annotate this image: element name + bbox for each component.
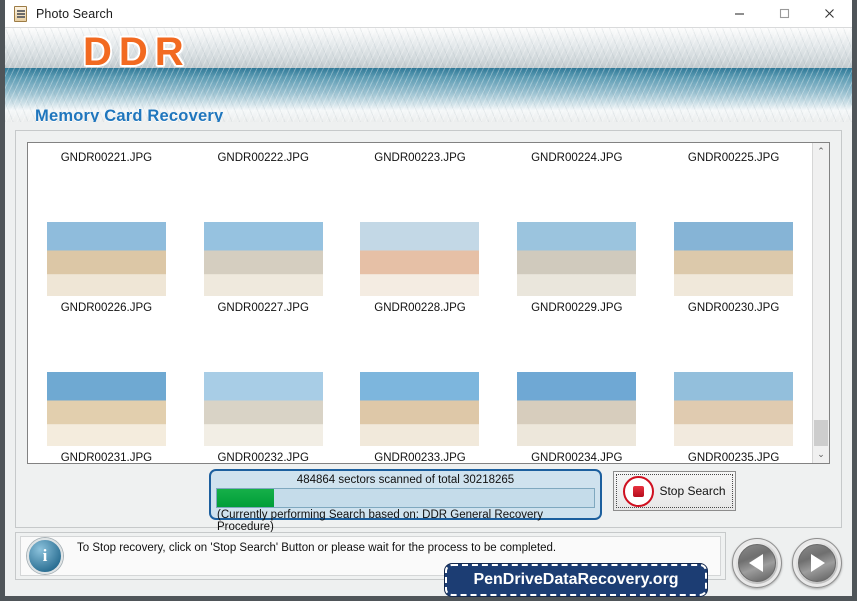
thumbnail-filename: GNDR00224.JPG — [531, 152, 623, 164]
scrollbar-track[interactable] — [813, 160, 829, 446]
thumbnail-item[interactable]: GNDR00233.JPG — [342, 315, 499, 463]
back-arrow-icon — [749, 554, 763, 572]
thumbnail-image[interactable] — [517, 372, 637, 446]
thumbnail-image[interactable] — [46, 222, 166, 296]
website-badge[interactable]: PenDriveDataRecovery.org — [445, 564, 707, 596]
thumbnail-item[interactable]: GNDR00223.JPG — [342, 146, 499, 165]
thumbnail-scroll-area: GNDR00221.JPG GNDR00222.JPG GNDR00223.JPG G… — [28, 143, 812, 463]
thumbnail-item[interactable]: GNDR00230.JPG — [655, 165, 812, 315]
app-banner: DDR Memory Card Recovery — [5, 28, 852, 122]
thumbnail-image[interactable] — [203, 222, 323, 296]
thumbnail-filename: GNDR00230.JPG — [687, 302, 780, 314]
procedure-text: (Currently performing Search based on: D… — [217, 509, 543, 533]
thumbnail-filename: GNDR00221.JPG — [60, 152, 153, 164]
scroll-up-button[interactable]: ⌃ — [813, 143, 829, 160]
next-button[interactable] — [792, 538, 842, 588]
progress-bar-fill — [217, 489, 274, 507]
sectors-scanned-text: 484864 sectors scanned of total 30218265 — [296, 474, 515, 486]
thumbnail-filename: GNDR00228.JPG — [374, 302, 466, 314]
title-bar: Photo Search — [5, 0, 852, 28]
maximize-button[interactable] — [762, 0, 807, 28]
product-name: Memory Card Recovery — [35, 107, 224, 122]
thumbnail-item[interactable]: GNDR00232.JPG — [185, 315, 342, 463]
main-panel: GNDR00221.JPG GNDR00222.JPG GNDR00223.JPG G… — [15, 130, 842, 533]
thumbnail-filename: GNDR00223.JPG — [374, 152, 466, 164]
thumbnail-image[interactable] — [674, 222, 794, 296]
thumbnail-filename: GNDR00234.JPG — [531, 452, 623, 463]
thumbnail-filename: GNDR00231.JPG — [60, 452, 153, 463]
thumbnail-filename: GNDR00229.JPG — [531, 302, 623, 314]
thumbnail-row: GNDR00231.JPG GNDR00232.JPG GNDR00233.JPG G… — [28, 315, 812, 463]
progress-bar — [216, 488, 595, 508]
app-icon — [13, 5, 29, 22]
thumbnail-row: GNDR00226.JPG GNDR00227.JPG GNDR00228.JPG G… — [28, 165, 812, 315]
thumbnail-image[interactable] — [674, 372, 794, 446]
thumbnail-image[interactable] — [360, 372, 480, 446]
back-button[interactable] — [732, 538, 782, 588]
thumbnail-item[interactable]: GNDR00231.JPG — [28, 315, 185, 463]
info-icon: i — [27, 538, 63, 574]
thumbnail-item[interactable]: GNDR00234.JPG — [498, 315, 655, 463]
stop-search-button[interactable]: Stop Search — [613, 471, 736, 511]
thumbnail-item[interactable]: GNDR00225.JPG — [655, 146, 812, 165]
window-title: Photo Search — [36, 6, 113, 21]
thumbnail-item[interactable]: GNDR00235.JPG — [655, 315, 812, 463]
progress-panel: 484864 sectors scanned of total 30218265… — [209, 469, 602, 533]
scrollbar-thumb[interactable] — [814, 420, 828, 446]
thumbnail-item[interactable]: GNDR00221.JPG — [28, 146, 185, 165]
close-button[interactable] — [807, 0, 852, 28]
thumbnail-image[interactable] — [360, 222, 480, 296]
thumbnail-row: GNDR00221.JPG GNDR00222.JPG GNDR00223.JPG G… — [28, 143, 812, 165]
thumbnail-filename: GNDR00232.JPG — [217, 452, 309, 463]
thumbnail-filename: GNDR00235.JPG — [687, 452, 780, 463]
thumbnail-item[interactable]: GNDR00228.JPG — [342, 165, 499, 315]
status-message: To Stop recovery, click on 'Stop Search'… — [77, 542, 557, 554]
navigation-buttons — [732, 538, 842, 588]
thumbnail-item[interactable]: GNDR00229.JPG — [498, 165, 655, 315]
thumbnail-image[interactable] — [46, 372, 166, 446]
photo-search-window: Photo Search DDR Memory Card Recovery GN… — [0, 0, 857, 601]
thumbnail-item[interactable]: GNDR00226.JPG — [28, 165, 185, 315]
thumbnail-filename: GNDR00233.JPG — [374, 452, 466, 463]
minimize-button[interactable] — [717, 0, 762, 28]
vertical-scrollbar[interactable]: ⌃ ⌄ — [812, 143, 829, 463]
thumbnail-image[interactable] — [517, 222, 637, 296]
thumbnail-filename: GNDR00222.JPG — [217, 152, 309, 164]
thumbnail-item[interactable]: GNDR00222.JPG — [185, 146, 342, 165]
thumbnail-filename: GNDR00227.JPG — [217, 302, 309, 314]
thumbnail-filename: GNDR00225.JPG — [687, 152, 780, 164]
thumbnail-item[interactable]: GNDR00227.JPG — [185, 165, 342, 315]
thumbnail-list: GNDR00221.JPG GNDR00222.JPG GNDR00223.JPG G… — [27, 142, 830, 464]
forward-arrow-icon — [811, 554, 825, 572]
thumbnail-item[interactable]: GNDR00224.JPG — [498, 146, 655, 165]
scroll-down-button[interactable]: ⌄ — [813, 446, 829, 463]
window-controls — [717, 0, 852, 28]
thumbnail-image[interactable] — [203, 372, 323, 446]
thumbnail-filename: GNDR00226.JPG — [60, 302, 153, 314]
ddr-logo: DDR — [83, 30, 191, 74]
